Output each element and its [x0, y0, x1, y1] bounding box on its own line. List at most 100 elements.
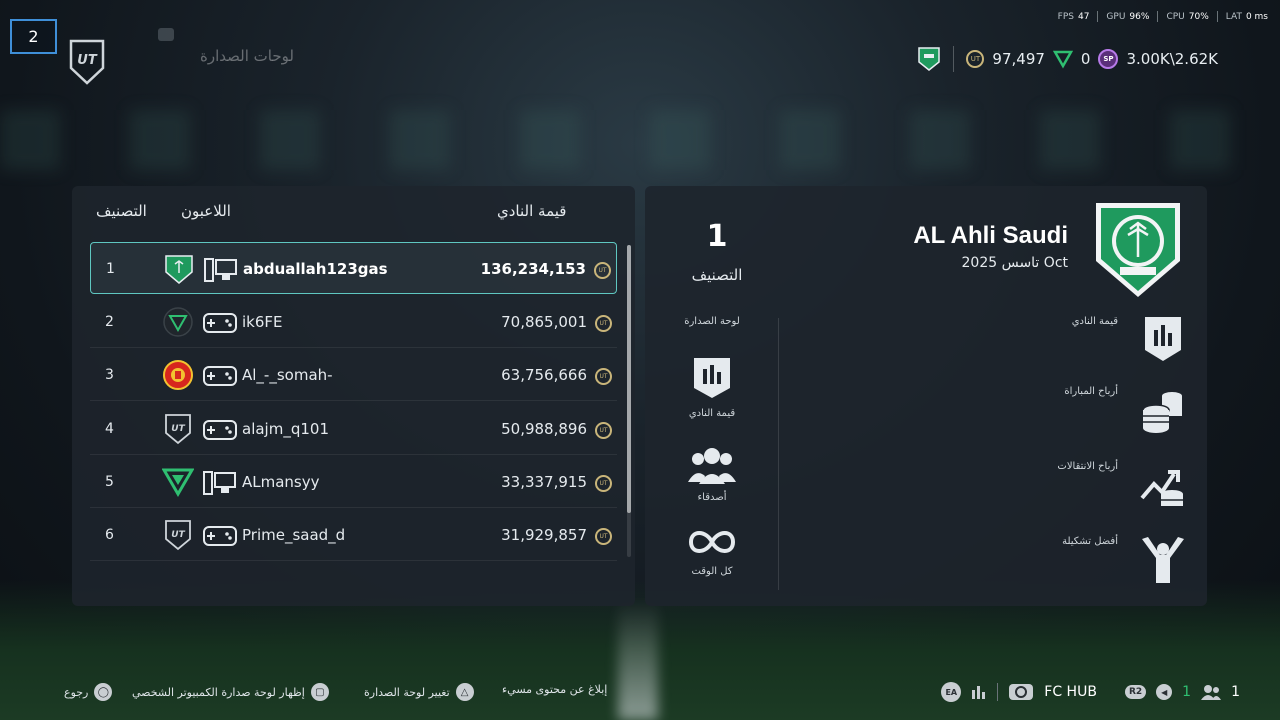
row-player-name: alajm_q101	[242, 420, 329, 438]
club-value-icon	[1145, 317, 1181, 361]
stat-transfer-profits-label: أرباح الانتقالات	[1057, 461, 1118, 472]
green-shield-badge-icon	[163, 307, 193, 337]
row-player-name: ik6FE	[242, 313, 283, 331]
footer-back[interactable]: رجوع ◯	[64, 683, 113, 701]
ut-badge-icon: UT	[165, 520, 191, 551]
club-name: AL Ahli Saudi	[913, 222, 1068, 249]
stat-best-squad-label: أفضل تشكيلة	[1062, 536, 1118, 547]
footer-show-pc[interactable]: إظهار لوحة صدارة الكمبيوتر الشخصي ▢	[132, 683, 329, 701]
leaderboard-row-6[interactable]: 6 UT Prime_saad_d 31,929,857 UT	[90, 509, 617, 561]
coins-value: 97,497	[992, 50, 1045, 68]
triangle-button-icon: △	[455, 683, 474, 701]
coin-icon: UT	[595, 475, 612, 492]
sp-value: 3.00K\2.62K	[1126, 50, 1218, 68]
row-rank: 3	[105, 367, 114, 383]
coin-icon: UT	[595, 528, 612, 545]
ut-badge-icon: UT	[165, 414, 191, 445]
speaker-icon: ◀	[1156, 684, 1173, 700]
console-icon	[203, 366, 237, 386]
row-club-value: 136,234,153	[480, 260, 586, 278]
coin-icon: UT	[595, 315, 612, 332]
row-player-name: ALmansyy	[242, 473, 320, 491]
infinity-icon[interactable]	[687, 520, 737, 564]
coin-icon: UT	[966, 50, 985, 68]
change-leaderboard-label: تغيير لوحة الصدارة	[364, 685, 450, 699]
pc-icon	[204, 258, 237, 282]
green-v-badge-icon	[162, 468, 194, 497]
back-label: رجوع	[64, 685, 89, 699]
fps-readout: FPS 47	[1057, 11, 1090, 22]
page-title: لوحات الصدارة	[200, 47, 294, 65]
row-player-name: abduallah123gas	[243, 260, 388, 278]
row-club-value: 70,865,001	[501, 313, 587, 331]
club-rank: 1	[706, 219, 728, 254]
performance-overlay: FPS 47 GPU 96% CPU 70% LAT 0 ms	[1058, 11, 1268, 22]
friends-filter-label[interactable]: أصدقاء	[664, 492, 760, 503]
row-player-name: Al_-_somah-	[242, 366, 333, 384]
footer-divider	[997, 683, 999, 701]
club-value-filter-icon[interactable]	[687, 356, 737, 400]
friends-count: 1	[1231, 684, 1240, 700]
row-player-name: Prime_saad_d	[242, 526, 346, 544]
lat-readout: LAT 0 ms	[1225, 11, 1268, 22]
panel-divider	[778, 318, 779, 590]
svg-text:UT: UT	[171, 530, 185, 540]
user-number-box: 2	[10, 19, 57, 54]
row-club-value: 33,337,915	[501, 473, 587, 491]
club-founded-date: تاسس 2025 Oct	[961, 255, 1069, 271]
row-club-value: 63,756,666	[501, 366, 587, 384]
leaderboard-row-5[interactable]: 5 ALmansyy 33,337,915 UT	[90, 456, 617, 508]
friends-filter-icon[interactable]	[687, 444, 737, 488]
footer-status: EA FC HUB R2 ◀ 1 1	[941, 682, 1240, 702]
row-rank: 4	[105, 421, 114, 437]
show-pc-label: إظهار لوحة صدارة الكمبيوتر الشخصي	[132, 685, 305, 699]
pc-icon	[203, 471, 236, 495]
currency-bar: UT 97,497 0 SP 3.00K\2.62K	[917, 46, 1218, 72]
home-icon[interactable]	[155, 24, 177, 44]
row-rank: 1	[106, 261, 115, 277]
column-header-rank: التصنيف	[96, 202, 147, 220]
svg-text:UT: UT	[171, 424, 185, 434]
hub-icon	[1009, 684, 1034, 700]
row-rank: 6	[105, 527, 114, 543]
footer-report[interactable]: إبلاغ عن محتوى مسيء	[502, 683, 607, 696]
leaderboard-filter-title: لوحة الصدارة	[684, 316, 740, 327]
leaderboard-row-4[interactable]: 4 UT alajm_q101 50,988,896 UT	[90, 403, 617, 455]
club-value-filter-label[interactable]: قيمة النادي	[664, 408, 760, 419]
row-club-value: 31,929,857	[501, 526, 587, 544]
fc-hub-label[interactable]: FC HUB	[1044, 684, 1097, 700]
background-crowd	[0, 110, 1280, 170]
column-header-value: قيمة النادي	[497, 202, 567, 220]
stat-club-value-label: قيمة النادي	[1071, 316, 1118, 327]
leaderboard-row-2[interactable]: 2 ik6FE 70,865,001 UT	[90, 296, 617, 348]
club-rank-label: التصنيف	[691, 266, 743, 284]
points-value: 0	[1080, 50, 1091, 68]
console-icon	[203, 526, 237, 546]
report-label: إبلاغ عن محتوى مسيء	[502, 683, 608, 696]
stat-match-earnings-label: أرباح المباراة	[1064, 386, 1118, 397]
coin-icon: UT	[595, 368, 612, 385]
sp-icon: SP	[1098, 49, 1119, 69]
cpu-readout: CPU 70%	[1166, 11, 1209, 22]
gpu-readout: GPU 96%	[1106, 11, 1150, 22]
leaderboard-row-1[interactable]: 1 abduallah123gas 136,234,153 UT	[90, 242, 617, 294]
circle-button-icon: ◯	[94, 683, 113, 701]
row-rank: 2	[105, 314, 114, 330]
ut-logo-icon: UT	[69, 39, 105, 85]
friends-icon[interactable]	[1201, 684, 1222, 700]
all-time-filter-label[interactable]: كل الوقت	[664, 566, 760, 577]
footer-change-leaderboard[interactable]: تغيير لوحة الصدارة △	[364, 683, 474, 701]
r2-button-icon: R2	[1124, 685, 1147, 699]
leaderboard-row-3[interactable]: 3 Al_-_somah- 63,756,666 UT	[90, 349, 617, 401]
al-ahli-badge-icon	[165, 255, 193, 284]
al-ahli-crest-icon	[1096, 203, 1180, 297]
console-icon	[203, 313, 237, 333]
coins-stack-icon	[1142, 392, 1182, 433]
notification-count: 1	[1182, 684, 1192, 700]
square-button-icon: ▢	[310, 683, 329, 701]
leaderboard-scroll-thumb[interactable]	[627, 245, 631, 513]
ea-icon: EA	[941, 682, 962, 702]
coin-icon: UT	[595, 422, 612, 439]
column-header-players: اللاعبون	[181, 202, 231, 220]
row-club-value: 50,988,896	[501, 420, 587, 438]
